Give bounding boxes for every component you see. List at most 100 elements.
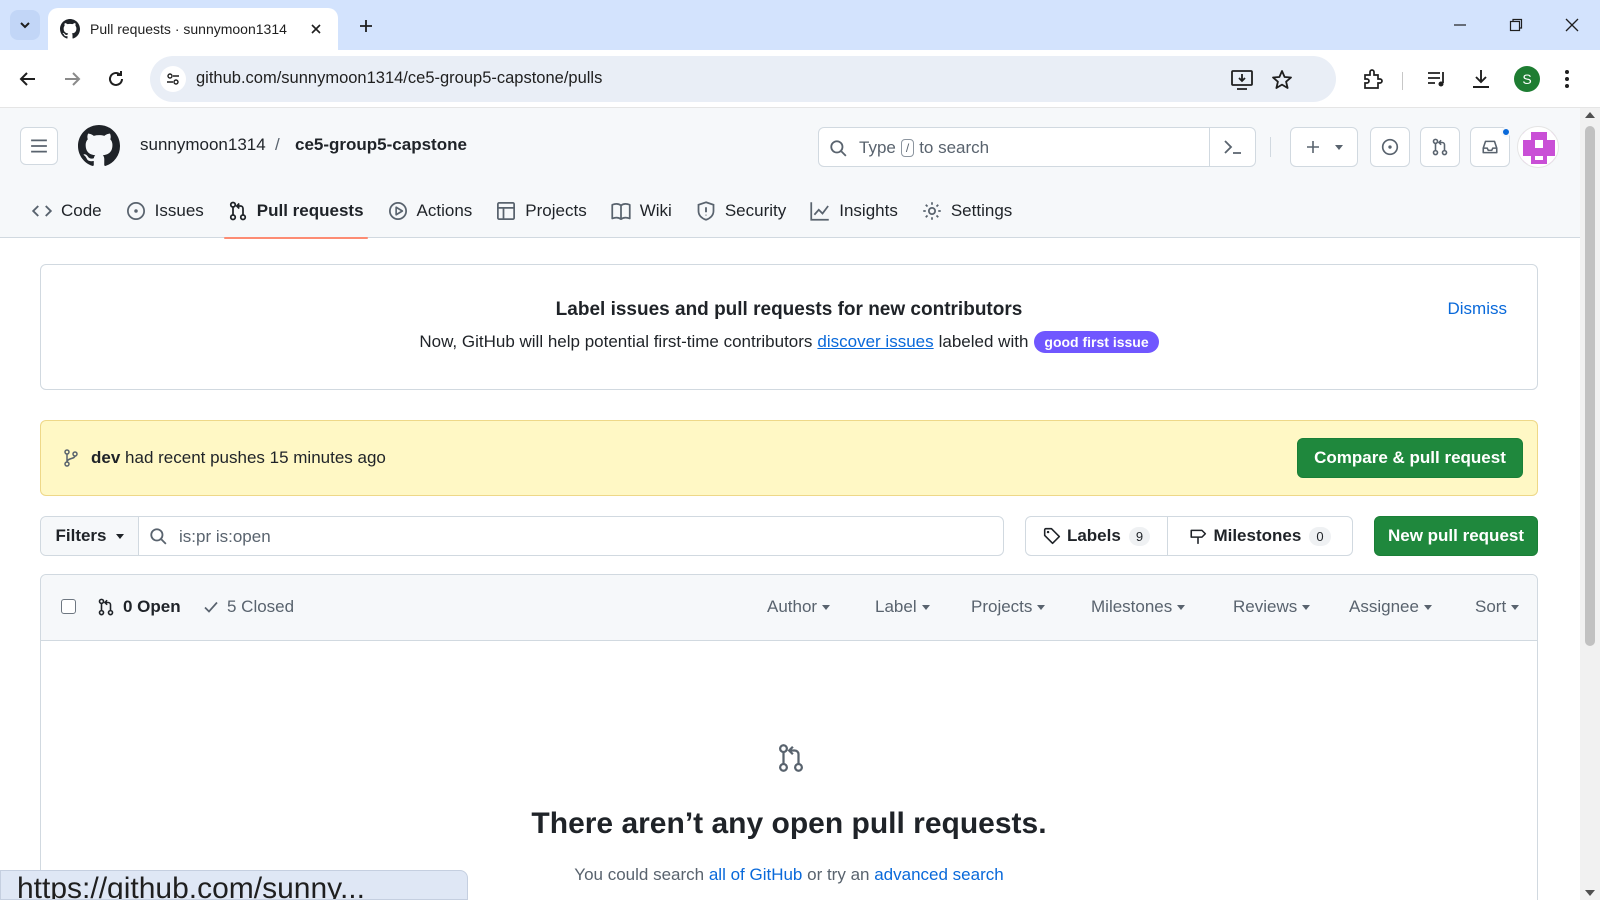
minimize-button[interactable] [1442, 10, 1478, 40]
breadcrumb-repo[interactable]: ce5-group5-capstone [295, 135, 467, 155]
tab-settings-label: Settings [950, 201, 1013, 220]
open-filter[interactable]: 0 Open [97, 597, 181, 617]
close-tab-icon[interactable] [306, 19, 326, 39]
page-scrollbar[interactable] [1580, 108, 1600, 900]
hamburger-icon [31, 139, 47, 153]
all-of-github-link[interactable]: all of GitHub [709, 865, 803, 884]
caret-down-icon [1511, 604, 1520, 610]
assignee-dropdown[interactable]: Assignee [1349, 597, 1432, 617]
discover-issues-link[interactable]: discover issues [817, 332, 933, 352]
new-pull-request-button[interactable]: New pull request [1374, 516, 1538, 556]
reload-button[interactable] [101, 64, 131, 94]
close-window-button[interactable] [1554, 10, 1590, 40]
url-text[interactable]: github.com/sunnymoon1314/ce5-group5-caps… [196, 69, 602, 88]
caret-down-icon [115, 533, 124, 539]
tab-insights[interactable]: Insights [798, 184, 910, 238]
search-input[interactable]: Type / to search [818, 127, 1256, 167]
closed-filter[interactable]: 5 Closed [203, 597, 294, 617]
issue-opened-icon [126, 202, 145, 220]
tab-code-label: Code [61, 201, 102, 220]
address-bar[interactable]: github.com/sunnymoon1314/ce5-group5-caps… [150, 56, 1336, 102]
new-tab-button[interactable] [352, 12, 380, 40]
tab-title: Pull requests · sunnymoon1314 [90, 21, 287, 37]
good-first-issue-label[interactable]: good first issue [1034, 331, 1159, 353]
reviews-dropdown[interactable]: Reviews [1233, 597, 1311, 617]
banner-text-before: Now, GitHub will help potential first-ti… [419, 332, 813, 351]
branch-name[interactable]: dev [91, 448, 120, 467]
tab-settings[interactable]: Settings [910, 184, 1024, 238]
scroll-up-icon[interactable] [1585, 112, 1595, 118]
banner-text-after: labeled with [938, 332, 1029, 351]
tab-issues[interactable]: Issues [114, 184, 216, 238]
browser-tab[interactable]: Pull requests · sunnymoon1314 [48, 8, 338, 50]
github-logo-icon[interactable] [78, 125, 120, 167]
minimize-icon [1454, 24, 1466, 26]
compare-pull-request-button[interactable]: Compare & pull request [1297, 438, 1523, 478]
downloads-icon[interactable] [1468, 66, 1494, 92]
close-icon [1565, 18, 1579, 32]
shield-icon [697, 201, 715, 221]
breadcrumb-separator: / [275, 135, 280, 154]
tab-search-button[interactable] [10, 10, 40, 40]
scroll-down-icon[interactable] [1585, 890, 1595, 896]
kebab-menu-icon[interactable] [1554, 66, 1580, 92]
create-new-button[interactable] [1290, 127, 1358, 167]
status-bar-url: https://github.com/sunny... [0, 870, 468, 900]
search-icon [150, 528, 167, 545]
issues-button[interactable] [1370, 127, 1410, 167]
caret-down-icon [1423, 604, 1432, 610]
install-app-icon[interactable] [1230, 68, 1254, 92]
command-palette-button[interactable] [1209, 128, 1255, 166]
recent-pushes-flash: dev had recent pushes 15 minutes ago Com… [40, 420, 1538, 496]
filters-dropdown[interactable]: Filters [41, 517, 139, 555]
book-icon [611, 203, 631, 220]
restore-icon [1509, 18, 1523, 32]
tab-projects[interactable]: Projects [484, 184, 598, 238]
tab-security[interactable]: Security [684, 184, 798, 238]
select-all-checkbox[interactable] [61, 599, 76, 614]
media-control-icon[interactable] [1424, 66, 1450, 92]
user-avatar[interactable] [1517, 126, 1559, 168]
milestones-button[interactable]: Milestones 0 [1168, 517, 1352, 555]
repo-nav: Code Issues Pull requests Actions Projec… [20, 184, 1024, 239]
tab-actions[interactable]: Actions [376, 184, 485, 238]
check-icon [204, 601, 218, 613]
labels-button[interactable]: Labels 9 [1026, 517, 1168, 555]
milestones-dropdown[interactable]: Milestones [1091, 597, 1186, 617]
profile-avatar[interactable]: S [1514, 66, 1540, 92]
tab-actions-label: Actions [416, 201, 473, 220]
milestones-count: 0 [1309, 526, 1331, 546]
tab-pull-requests[interactable]: Pull requests [216, 184, 376, 239]
filter-search-input[interactable]: is:pr is:open [139, 517, 1003, 555]
github-favicon-icon [60, 19, 80, 39]
closed-count: 5 Closed [227, 597, 295, 616]
back-button[interactable] [13, 64, 43, 94]
author-dropdown[interactable]: Author [767, 597, 831, 617]
tab-wiki[interactable]: Wiki [599, 184, 684, 238]
tag-icon [1043, 527, 1061, 545]
caret-down-icon [1335, 144, 1343, 150]
terminal-icon [1223, 140, 1241, 154]
banner-text: Now, GitHub will help potential first-ti… [41, 331, 1537, 353]
site-info-icon[interactable] [160, 66, 186, 92]
tab-code[interactable]: Code [20, 184, 114, 238]
label-dropdown[interactable]: Label [875, 597, 930, 617]
banner-title: Label issues and pull requests for new c… [555, 299, 1023, 320]
restore-button[interactable] [1498, 10, 1534, 40]
sort-dropdown[interactable]: Sort [1475, 597, 1520, 617]
extensions-icon[interactable] [1360, 66, 1386, 92]
pull-requests-button[interactable] [1420, 127, 1460, 167]
gear-icon [923, 202, 941, 220]
recent-pushes-message: had recent pushes 15 minutes ago [125, 448, 386, 467]
advanced-search-link[interactable]: advanced search [874, 865, 1003, 884]
code-icon [32, 205, 52, 217]
labels-milestones-group: Labels 9 Milestones 0 [1025, 516, 1353, 556]
tab-pull-requests-label: Pull requests [256, 201, 364, 220]
breadcrumb-owner[interactable]: sunnymoon1314 [140, 135, 266, 155]
bookmark-star-icon[interactable] [1270, 68, 1294, 92]
scrollbar-thumb[interactable] [1585, 126, 1595, 646]
projects-dropdown[interactable]: Projects [971, 597, 1046, 617]
dismiss-button[interactable]: Dismiss [1448, 299, 1508, 319]
open-menu-button[interactable] [20, 127, 58, 165]
forward-button[interactable] [57, 64, 87, 94]
